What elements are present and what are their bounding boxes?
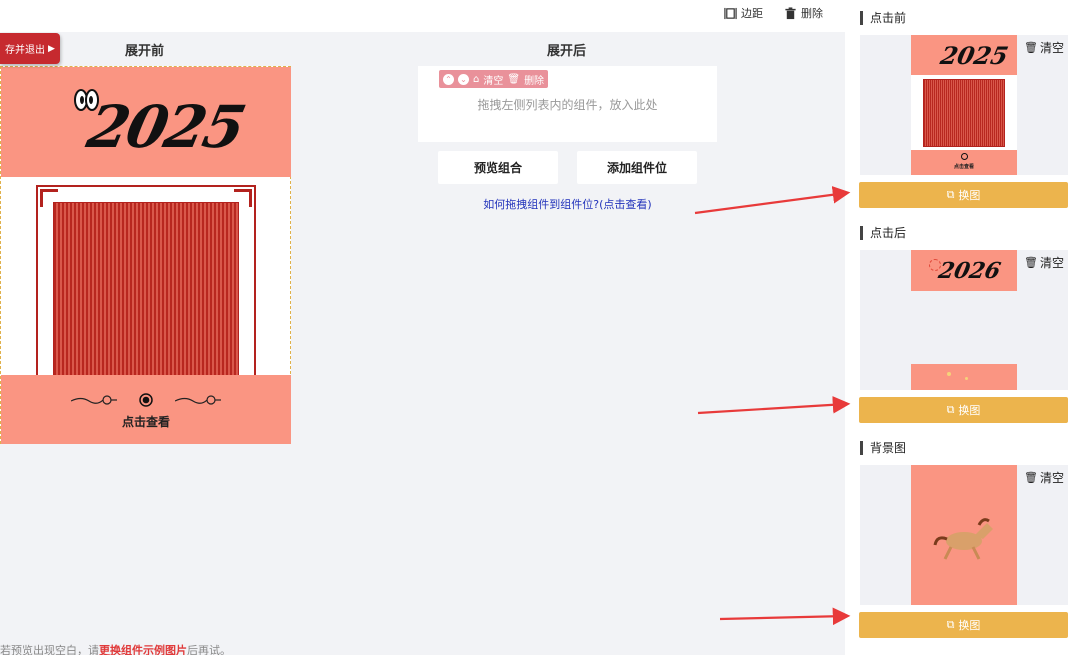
drop-zone-toolbar: ⌃ ⌄ ⌂ 清空 🗑 删除 xyxy=(439,70,549,88)
after-thumb-top: 2026 xyxy=(911,250,1017,291)
arrow-3 xyxy=(719,607,851,626)
trash-icon: 🗑 xyxy=(1024,471,1038,484)
drop-zone-hint: 拖拽左侧列表内的组件，放入此处 xyxy=(477,98,658,112)
thumb-cta: 点击查看 xyxy=(953,164,974,170)
swap-image-button-after[interactable]: ⧉ 换图 xyxy=(859,397,1068,423)
drag-help-link[interactable]: 如何拖拽组件到组件位?(点击查看) xyxy=(418,196,717,212)
margin-icon xyxy=(724,7,737,19)
delete-label: 删除 xyxy=(801,7,823,20)
thumb-target-icon xyxy=(961,153,968,160)
arrow-1 xyxy=(694,186,851,215)
after-column-title: 展开后 xyxy=(547,44,587,59)
before-column-title: 展开前 xyxy=(125,44,165,59)
swap-image-icon: ⧉ xyxy=(946,188,955,201)
trash-icon: 🗑 xyxy=(1024,41,1038,54)
delete-button[interactable]: 删除 xyxy=(784,4,823,22)
thumb-header: 2025 xyxy=(911,35,1017,75)
section-title-before-click: 点击前 xyxy=(860,11,906,25)
clear-label: 清空 xyxy=(1039,41,1064,55)
horse-illustration-icon xyxy=(933,518,993,560)
swap-label: 换图 xyxy=(958,189,981,202)
save-exit-button[interactable]: 存并退出 ▶ xyxy=(0,33,60,64)
trash-icon[interactable]: 🗑 xyxy=(507,74,520,85)
year-title: 2025 xyxy=(81,93,250,161)
clear-label: 清空 xyxy=(1039,256,1064,270)
section-title-background: 背景图 xyxy=(860,441,906,455)
top-toolbar: 边距 删除 xyxy=(0,0,845,32)
cta-ornament-row xyxy=(1,393,291,407)
right-settings-panel: 点击前 2025 点击查看 🗑 清空 ⧉ 换图 点击后 2026 🗑 清空 ⧉ … xyxy=(845,0,1080,655)
collapse-up-icon[interactable]: ⌃ xyxy=(443,73,454,85)
canvas-footer-banner[interactable]: 点击查看 xyxy=(1,375,291,444)
swap-image-button-before[interactable]: ⧉ 换图 xyxy=(859,182,1068,208)
swap-image-button-background[interactable]: ⧉ 换图 xyxy=(859,612,1068,638)
tip-suffix: 后再试。 xyxy=(187,644,231,655)
replace-example-image-link[interactable]: 更换组件示例图片 xyxy=(99,644,187,655)
thumb-year: 2025 xyxy=(937,41,1011,70)
tip-prefix: 若预览出现空白，请 xyxy=(0,644,99,655)
clear-button-background[interactable]: 🗑 清空 xyxy=(1024,469,1064,486)
right-ornament-icon xyxy=(175,395,221,405)
after-thumb-bottom xyxy=(911,364,1017,390)
sparkle-icon xyxy=(965,377,968,380)
sparkle-icon xyxy=(947,372,951,376)
thumb-year-2026: 2026 xyxy=(936,258,1003,284)
before-thumb: 2025 点击查看 xyxy=(911,35,1017,175)
arrow-2 xyxy=(697,396,851,415)
clear-label: 清空 xyxy=(1039,471,1064,485)
add-component-slot-button[interactable]: 添加组件位 xyxy=(577,151,697,184)
section-title-after-click: 点击后 xyxy=(860,226,906,240)
after-click-preview: 2026 🗑 清空 xyxy=(860,250,1068,390)
left-ornament-icon xyxy=(71,395,117,405)
save-exit-label: 存并退出 xyxy=(5,45,46,56)
preview-combination-button[interactable]: 预览组合 xyxy=(438,151,558,184)
swap-label: 换图 xyxy=(958,404,981,417)
cta-label: 点击查看 xyxy=(121,415,170,429)
trash-icon: 🗑 xyxy=(1024,256,1038,269)
caret-right-icon: ▶ xyxy=(48,43,55,54)
clear-button-after[interactable]: 🗑 清空 xyxy=(1024,254,1064,271)
swap-label: 换图 xyxy=(958,619,981,632)
margin-button[interactable]: 边距 xyxy=(724,4,763,22)
component-drop-zone[interactable]: ⌃ ⌄ ⌂ 清空 🗑 删除 拖拽左侧列表内的组件，放入此处 xyxy=(418,66,717,142)
clear-button-before[interactable]: 🗑 清空 xyxy=(1024,39,1064,56)
background-thumb xyxy=(911,465,1017,605)
drop-zone-clear[interactable]: 清空 xyxy=(483,72,503,87)
thumb-curtain xyxy=(923,79,1005,147)
bottom-tip: 若预览出现空白，请更换组件示例图片后再试。 xyxy=(0,642,231,655)
before-click-preview: 2025 点击查看 🗑 清空 xyxy=(860,35,1068,175)
trash-icon xyxy=(785,6,796,19)
drop-zone-delete[interactable]: 删除 xyxy=(524,72,544,87)
background-preview: 🗑 清空 xyxy=(860,465,1068,605)
before-canvas[interactable]: 2025 点击查看 xyxy=(0,66,291,444)
swap-image-icon: ⧉ xyxy=(946,618,955,631)
broom-icon[interactable]: ⌂ xyxy=(473,74,479,85)
swap-image-icon: ⧉ xyxy=(946,403,955,416)
thumb-footer: 点击查看 xyxy=(911,150,1017,175)
margin-label: 边距 xyxy=(741,7,763,20)
expand-down-icon[interactable]: ⌄ xyxy=(458,73,469,85)
canvas-header-banner: 2025 xyxy=(1,67,291,177)
target-icon xyxy=(139,393,153,407)
